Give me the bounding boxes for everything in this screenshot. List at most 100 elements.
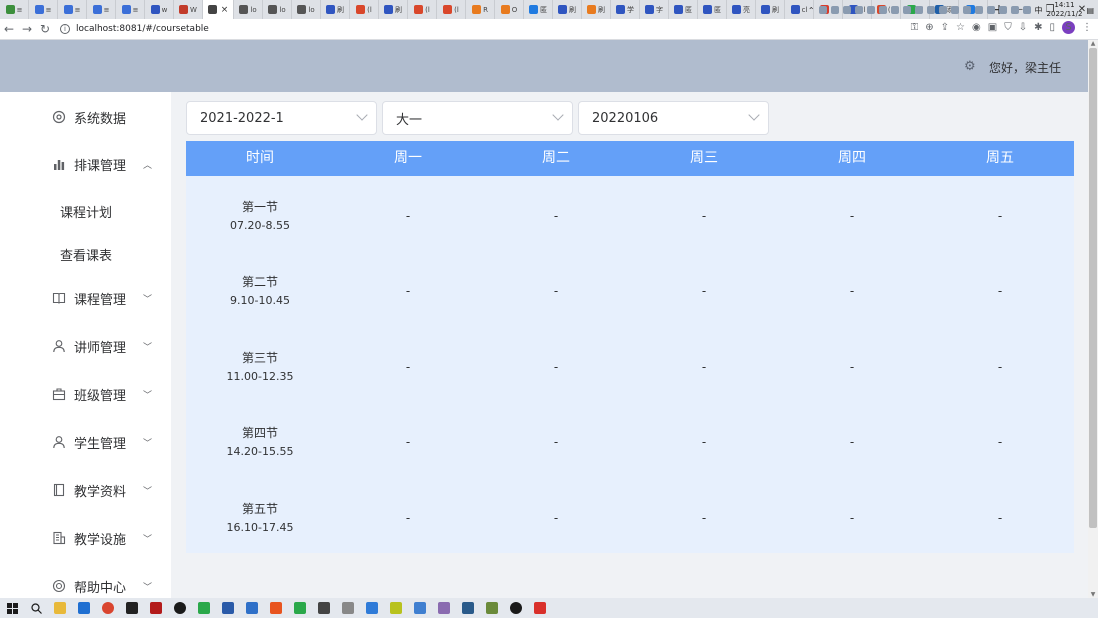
tab-close-icon[interactable]: × bbox=[221, 5, 229, 15]
tray-app-icon[interactable] bbox=[986, 6, 995, 14]
schedule-cell[interactable]: - bbox=[926, 480, 1074, 555]
wps-icon[interactable] bbox=[528, 598, 552, 618]
sidebar-item-teaching-materials[interactable]: 教学资料 ﹀ bbox=[0, 470, 171, 510]
tray-app-icon[interactable] bbox=[902, 6, 911, 14]
schedule-cell[interactable]: - bbox=[778, 178, 926, 253]
reload-button[interactable]: ↻ bbox=[36, 22, 54, 36]
tray-chevron-icon[interactable]: ⌃ bbox=[808, 6, 815, 15]
schedule-cell[interactable]: - bbox=[778, 480, 926, 555]
schedule-cell[interactable]: - bbox=[482, 405, 630, 480]
app-icon[interactable] bbox=[408, 598, 432, 618]
browser-tab[interactable]: lo bbox=[292, 0, 321, 19]
browser-tab[interactable]: 学 bbox=[611, 0, 640, 19]
tray-app-icon[interactable] bbox=[926, 6, 935, 14]
app-icon[interactable] bbox=[384, 598, 408, 618]
tray-app-icon[interactable] bbox=[962, 6, 971, 14]
app-icon[interactable] bbox=[216, 598, 240, 618]
obs-icon[interactable] bbox=[168, 598, 192, 618]
browser-tab[interactable]: 刷 bbox=[582, 0, 611, 19]
browser-tab[interactable]: 匿 bbox=[524, 0, 553, 19]
ime-indicator[interactable]: 中 bbox=[1035, 5, 1043, 16]
class-select[interactable]: 20220106 bbox=[578, 101, 769, 135]
browser-tab[interactable]: w bbox=[145, 0, 174, 19]
tray-app-icon[interactable] bbox=[854, 6, 863, 14]
browser-tab[interactable]: (l bbox=[350, 0, 379, 19]
zoom-icon[interactable]: ⊕ bbox=[925, 22, 933, 33]
browser-tab[interactable]: ≡ bbox=[87, 0, 116, 19]
schedule-cell[interactable]: - bbox=[926, 178, 1074, 253]
schedule-cell[interactable]: - bbox=[482, 329, 630, 404]
schedule-cell[interactable]: - bbox=[778, 405, 926, 480]
tray-app-icon[interactable] bbox=[866, 6, 875, 14]
browser-tab[interactable]: 字 bbox=[640, 0, 669, 19]
sidebar-item-teaching-facilities[interactable]: 教学设施 ﹀ bbox=[0, 518, 171, 558]
app-icon[interactable] bbox=[312, 598, 336, 618]
forward-button[interactable]: → bbox=[18, 22, 36, 36]
tray-app-icon[interactable] bbox=[998, 6, 1007, 14]
vscode-icon[interactable] bbox=[72, 598, 96, 618]
scroll-down-arrow-icon[interactable]: ▼ bbox=[1088, 591, 1098, 598]
chrome-icon[interactable] bbox=[96, 598, 120, 618]
profile-avatar[interactable]: S bbox=[1062, 21, 1075, 34]
schedule-cell[interactable]: - bbox=[778, 254, 926, 329]
app-icon[interactable] bbox=[360, 598, 384, 618]
tray-app-icon[interactable] bbox=[818, 6, 827, 14]
tray-app-icon[interactable] bbox=[1022, 6, 1031, 14]
sidebar-subitem-course-plan[interactable]: 课程计划 bbox=[0, 191, 171, 231]
browser-tab[interactable]: 刷 bbox=[553, 0, 582, 19]
app-icon[interactable] bbox=[480, 598, 504, 618]
back-button[interactable]: ← bbox=[0, 22, 18, 36]
semester-select[interactable]: 2021-2022-1 bbox=[186, 101, 377, 135]
schedule-cell[interactable]: - bbox=[334, 480, 482, 555]
more-menu-icon[interactable]: ⋮ bbox=[1082, 22, 1092, 33]
schedule-cell[interactable]: - bbox=[334, 254, 482, 329]
sidebar-item-lecturer-management[interactable]: 讲师管理 ﹀ bbox=[0, 326, 171, 366]
browser-tab[interactable]: (l bbox=[437, 0, 466, 19]
extensions-icon[interactable]: ✱ bbox=[1034, 22, 1042, 33]
browser-tab[interactable]: ≡ bbox=[58, 0, 87, 19]
tray-app-icon[interactable] bbox=[938, 6, 947, 14]
schedule-cell[interactable]: - bbox=[482, 480, 630, 555]
tray-app-icon[interactable] bbox=[950, 6, 959, 14]
qq-icon[interactable] bbox=[120, 598, 144, 618]
browser-tab[interactable]: 亮 bbox=[727, 0, 756, 19]
browser-tab[interactable]: 匿 bbox=[669, 0, 698, 19]
tray-app-icon[interactable] bbox=[890, 6, 899, 14]
app-icon[interactable] bbox=[192, 598, 216, 618]
browser-tab[interactable]: ≡ bbox=[116, 0, 145, 19]
schedule-cell[interactable]: - bbox=[926, 405, 1074, 480]
taskbar-clock[interactable]: 14:11 2022/11/2 bbox=[1047, 1, 1083, 19]
sidebar-item-system-data[interactable]: 系统数据 bbox=[0, 97, 171, 137]
schedule-cell[interactable]: - bbox=[926, 329, 1074, 404]
schedule-cell[interactable]: - bbox=[482, 254, 630, 329]
schedule-cell[interactable]: - bbox=[630, 254, 778, 329]
schedule-cell[interactable]: - bbox=[334, 405, 482, 480]
sidebar-item-course-management[interactable]: 课程管理 ﹀ bbox=[0, 278, 171, 318]
mail-icon[interactable] bbox=[240, 598, 264, 618]
site-info-icon[interactable]: i bbox=[60, 24, 70, 34]
share-icon[interactable]: ⇪ bbox=[941, 22, 949, 33]
wechat-icon[interactable] bbox=[288, 598, 312, 618]
notification-icon[interactable]: ▤ bbox=[1086, 6, 1094, 15]
sidebar-item-scheduling[interactable]: 排课管理 ︿ bbox=[0, 144, 171, 184]
browser-tab[interactable]: lo bbox=[234, 0, 263, 19]
schedule-cell[interactable]: - bbox=[334, 329, 482, 404]
url-field[interactable]: i localhost:8081/#/coursetable bbox=[60, 21, 900, 38]
sidebar-item-help-center[interactable]: 帮助中心 ﹀ bbox=[0, 566, 171, 598]
browser-tab-active[interactable]: × bbox=[203, 0, 234, 19]
url-text[interactable]: localhost:8081/#/coursetable bbox=[76, 24, 209, 34]
sidebar-item-student-management[interactable]: 学生管理 ﹀ bbox=[0, 422, 171, 462]
tray-app-icon[interactable] bbox=[842, 6, 851, 14]
browser-tab[interactable]: O bbox=[495, 0, 524, 19]
sidebar-subitem-view-timetable[interactable]: 查看课表 bbox=[0, 234, 171, 274]
shield-icon[interactable]: ⛉ bbox=[1004, 22, 1012, 33]
browser-tab[interactable]: 刷 bbox=[379, 0, 408, 19]
browser-tab[interactable]: ≡ bbox=[0, 0, 29, 19]
browser-tab[interactable]: 刷 bbox=[321, 0, 350, 19]
browser-tab[interactable]: 匿 bbox=[698, 0, 727, 19]
download-icon[interactable]: ⇩ bbox=[1019, 22, 1027, 33]
grade-select[interactable]: 大一 bbox=[382, 101, 573, 135]
tray-app-icon[interactable] bbox=[1010, 6, 1019, 14]
schedule-cell[interactable]: - bbox=[778, 329, 926, 404]
schedule-cell[interactable]: - bbox=[926, 254, 1074, 329]
